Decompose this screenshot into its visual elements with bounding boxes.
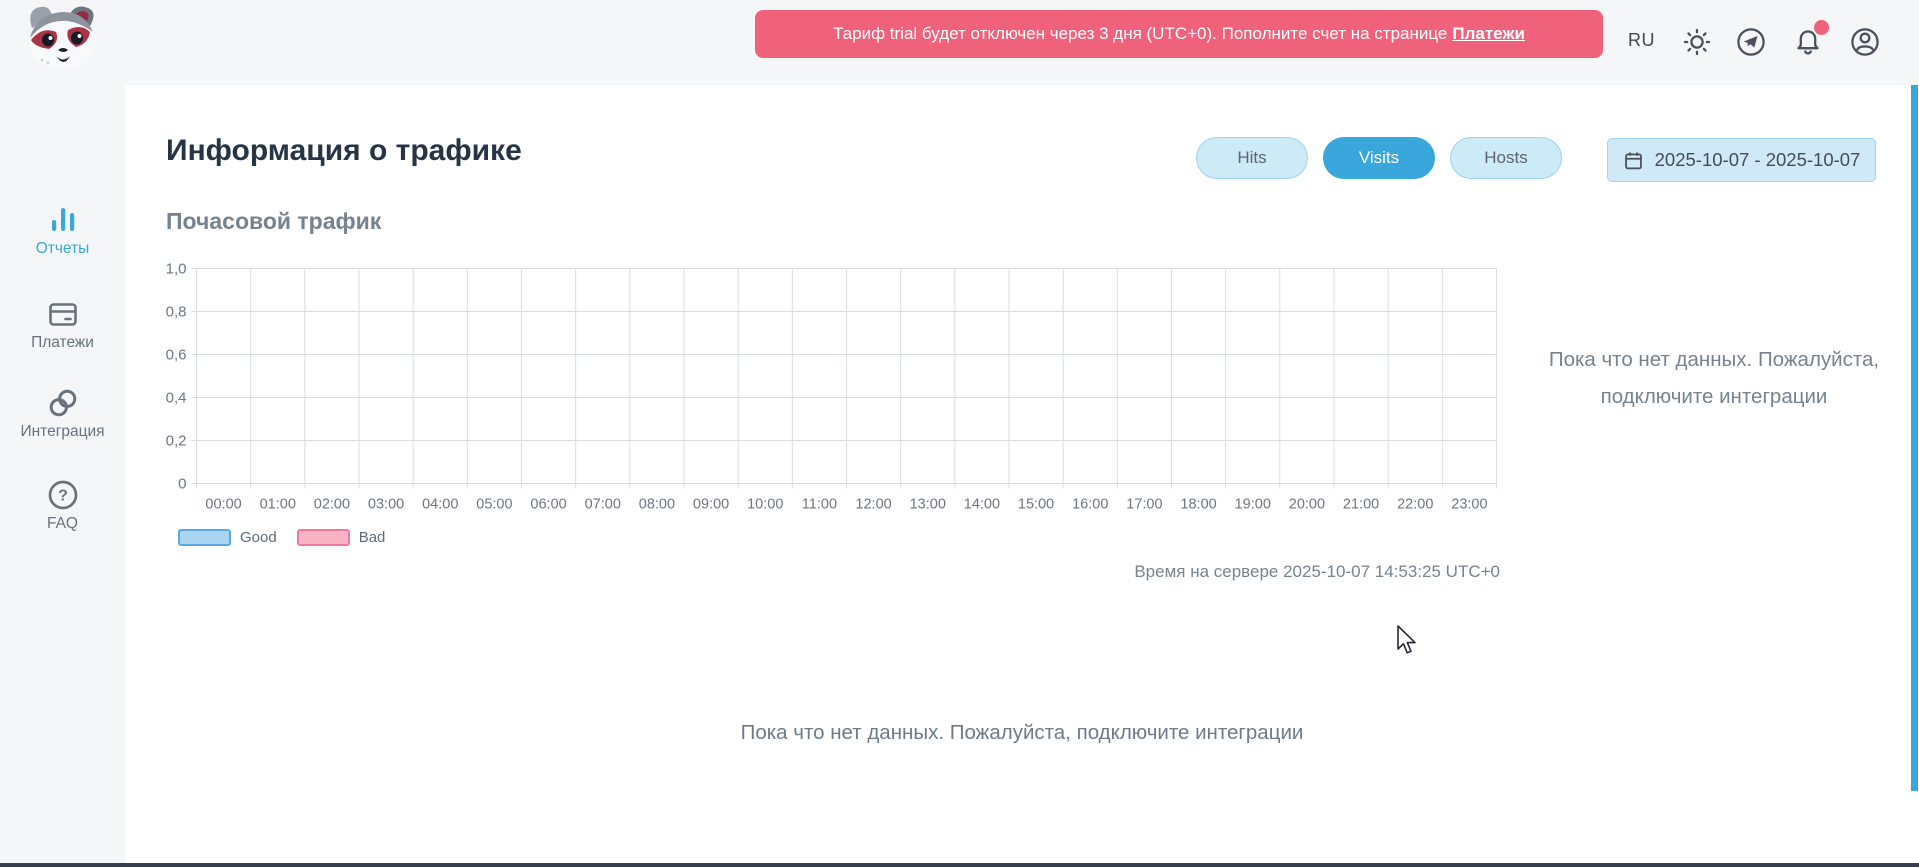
svg-text:07:00: 07:00: [585, 497, 621, 513]
svg-text:03:00: 03:00: [368, 497, 404, 513]
banner-text: Тариф trial будет отключен через 3 дня (…: [833, 24, 1447, 44]
sidebar-label-faq: FAQ: [0, 515, 125, 533]
sidebar-item-payments[interactable]: Платежи: [0, 293, 125, 352]
calendar-icon: [1623, 150, 1644, 171]
chart-grid: 1,0 0,8 0,6 0,4 0,2 0 00:00 01:00 02:00 03:00 04:0…: [160, 262, 1516, 514]
tab-hits[interactable]: Hits: [1196, 137, 1308, 179]
theme-sun-icon[interactable]: [1680, 25, 1714, 59]
svg-text:0,4: 0,4: [166, 390, 187, 407]
tab-hosts[interactable]: Hosts: [1450, 137, 1562, 179]
legend-item-good[interactable]: Good: [178, 529, 277, 546]
svg-text:00:00: 00:00: [205, 497, 241, 513]
svg-text:14:00: 14:00: [964, 497, 1000, 513]
vertical-scrollbar-thumb[interactable]: [1911, 85, 1918, 791]
svg-text:08:00: 08:00: [639, 497, 675, 513]
banner-payments-link[interactable]: Платежи: [1452, 24, 1525, 44]
svg-text:05:00: 05:00: [476, 497, 512, 513]
server-time: Время на сервере 2025-10-07 14:53:25 UTC…: [1000, 562, 1500, 582]
trial-warning-banner: Тариф trial будет отключен через 3 дня (…: [755, 10, 1603, 58]
svg-text:04:00: 04:00: [422, 497, 458, 513]
language-switcher[interactable]: RU: [1628, 30, 1655, 51]
chart-empty-message: Пока что нет данных. Пожалуйста, подключ…: [1540, 341, 1888, 415]
svg-text:23:00: 23:00: [1451, 497, 1487, 513]
sidebar-item-faq[interactable]: ? FAQ: [0, 474, 125, 533]
bottom-edge-bar: [0, 863, 1919, 867]
legend-label-bad: Bad: [359, 529, 386, 546]
raccoon-logo[interactable]: [18, 2, 106, 72]
chart-legend: Good Bad: [178, 529, 385, 546]
svg-text:?: ?: [58, 488, 68, 505]
sidebar-label-reports: Отчеты: [0, 240, 125, 258]
legend-swatch-bad: [297, 529, 350, 546]
svg-text:20:00: 20:00: [1289, 497, 1325, 513]
svg-text:16:00: 16:00: [1072, 497, 1108, 513]
bar-chart-icon: [0, 199, 125, 237]
sidebar-label-integration: Интеграция: [0, 423, 125, 441]
legend-item-bad[interactable]: Bad: [297, 529, 386, 546]
integration-link-icon: [0, 382, 125, 420]
date-range-picker[interactable]: 2025-10-07 - 2025-10-07: [1607, 138, 1876, 182]
svg-text:18:00: 18:00: [1180, 497, 1216, 513]
svg-text:0,2: 0,2: [166, 433, 187, 450]
svg-text:10:00: 10:00: [747, 497, 783, 513]
tab-visits[interactable]: Visits: [1323, 137, 1435, 179]
page-title: Информация о трафике: [166, 134, 522, 168]
chart-section-title: Почасовой трафик: [166, 208, 381, 235]
traffic-metric-tabs: Hits Visits Hosts: [1196, 137, 1562, 179]
svg-text:12:00: 12:00: [855, 497, 891, 513]
svg-text:01:00: 01:00: [260, 497, 296, 513]
app-page: Тариф trial будет отключен через 3 дня (…: [0, 0, 1919, 867]
svg-text:19:00: 19:00: [1235, 497, 1271, 513]
svg-text:13:00: 13:00: [910, 497, 946, 513]
legend-label-good: Good: [240, 529, 277, 546]
sidebar-item-reports[interactable]: Отчеты: [0, 199, 125, 258]
sidebar: Отчеты Платежи Интеграция: [0, 85, 125, 863]
svg-text:17:00: 17:00: [1126, 497, 1162, 513]
question-icon: ?: [0, 474, 125, 512]
notifications-bell-icon[interactable]: [1791, 25, 1825, 59]
telegram-icon[interactable]: [1734, 25, 1768, 59]
svg-text:09:00: 09:00: [693, 497, 729, 513]
date-range-value: 2025-10-07 - 2025-10-07: [1655, 149, 1861, 171]
sidebar-item-integration[interactable]: Интеграция: [0, 382, 125, 441]
notification-badge: [1814, 20, 1829, 35]
sidebar-label-payments: Платежи: [0, 334, 125, 352]
svg-text:1,0: 1,0: [166, 262, 187, 278]
svg-text:02:00: 02:00: [314, 497, 350, 513]
svg-text:15:00: 15:00: [1018, 497, 1054, 513]
svg-text:21:00: 21:00: [1343, 497, 1379, 513]
svg-text:22:00: 22:00: [1397, 497, 1433, 513]
svg-text:0,6: 0,6: [166, 347, 187, 364]
credit-card-icon: [0, 293, 125, 331]
svg-text:0,8: 0,8: [166, 304, 187, 321]
profile-icon[interactable]: [1848, 25, 1882, 59]
svg-text:11:00: 11:00: [802, 497, 837, 513]
bottom-empty-message: Пока что нет данных. Пожалуйста, подключ…: [125, 721, 1919, 745]
svg-text:06:00: 06:00: [530, 497, 566, 513]
legend-swatch-good: [178, 529, 231, 546]
top-bar: Тариф trial будет отключен через 3 дня (…: [0, 0, 1919, 85]
svg-text:0: 0: [178, 476, 186, 493]
mouse-cursor: [1396, 625, 1420, 657]
hourly-traffic-chart: 1,0 0,8 0,6 0,4 0,2 0 00:00 01:00 02:00 03:00 04:0…: [160, 262, 1516, 514]
